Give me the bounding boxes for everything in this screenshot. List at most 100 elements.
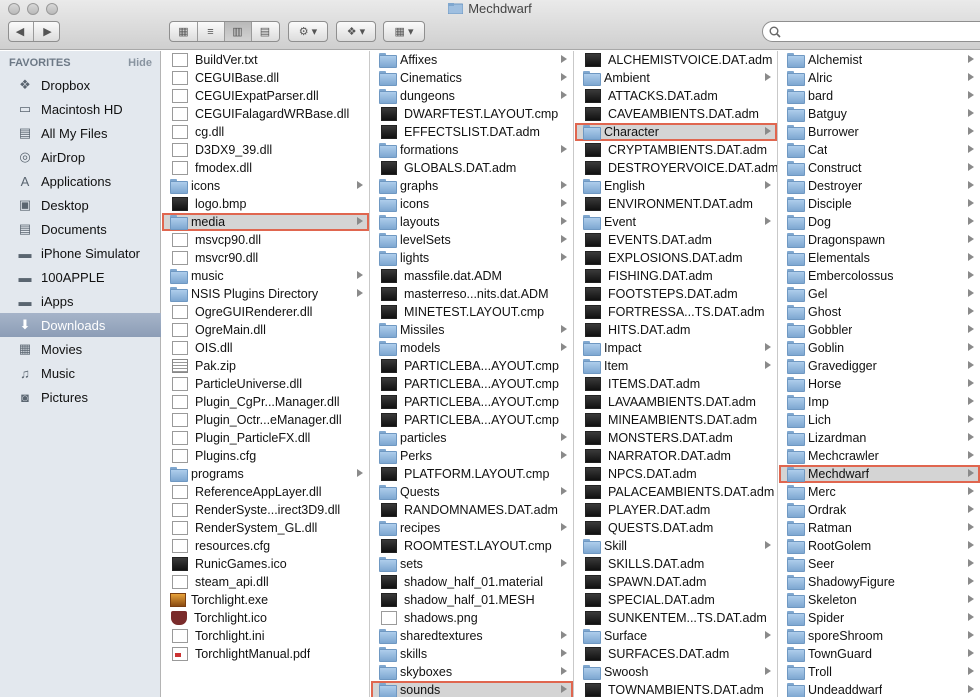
file-row[interactable]: HITS.DAT.adm (575, 321, 777, 339)
folder-row[interactable]: Alchemist (779, 51, 980, 69)
file-row[interactable]: msvcp90.dll (162, 231, 369, 249)
file-row[interactable]: NPCS.DAT.adm (575, 465, 777, 483)
folder-row[interactable]: Goblin (779, 339, 980, 357)
folder-row[interactable]: Swoosh (575, 663, 777, 681)
folder-row[interactable]: Batguy (779, 105, 980, 123)
column-3[interactable]: ALCHEMISTVOICE.DAT.adm Ambient ATTACKS.DAT… (575, 51, 778, 697)
sidebar-item-documents[interactable]: ▤ Documents (0, 217, 161, 241)
folder-row[interactable]: Mechcrawler (779, 447, 980, 465)
file-row[interactable]: DWARFTEST.LAYOUT.cmp (371, 105, 573, 123)
forward-button[interactable]: ▶ (34, 22, 61, 41)
sidebar-item-movies[interactable]: ▦ Movies (0, 337, 161, 361)
file-row[interactable]: Torchlight.exe (162, 591, 369, 609)
folder-row[interactable]: dungeons (371, 87, 573, 105)
action-menu-button[interactable]: ⚙ ▾ (288, 21, 328, 42)
folder-row[interactable]: bard (779, 87, 980, 105)
file-row[interactable]: CEGUIBase.dll (162, 69, 369, 87)
file-row[interactable]: Plugin_Octr...eManager.dll (162, 411, 369, 429)
file-row[interactable]: ENVIRONMENT.DAT.adm (575, 195, 777, 213)
file-row[interactable]: MONSTERS.DAT.adm (575, 429, 777, 447)
dropbox-menu-button[interactable]: ❖ ▾ (336, 21, 376, 42)
file-row[interactable]: steam_api.dll (162, 573, 369, 591)
file-row[interactable]: OIS.dll (162, 339, 369, 357)
file-row[interactable]: LAVAAMBIENTS.DAT.adm (575, 393, 777, 411)
folder-row[interactable]: Character (575, 123, 777, 141)
file-row[interactable]: cg.dll (162, 123, 369, 141)
folder-row[interactable]: NSIS Plugins Directory (162, 285, 369, 303)
folder-row[interactable]: sounds (371, 681, 573, 697)
file-row[interactable]: SUNKENTEM...TS.DAT.adm (575, 609, 777, 627)
file-row[interactable]: QUESTS.DAT.adm (575, 519, 777, 537)
file-row[interactable]: FORTRESSA...TS.DAT.adm (575, 303, 777, 321)
folder-row[interactable]: icons (162, 177, 369, 195)
file-row[interactable]: resources.cfg (162, 537, 369, 555)
folder-row[interactable]: Dog (779, 213, 980, 231)
folder-row[interactable]: Lizardman (779, 429, 980, 447)
file-row[interactable]: Pak.zip (162, 357, 369, 375)
file-row[interactable]: msvcr90.dll (162, 249, 369, 267)
folder-row[interactable]: Ordrak (779, 501, 980, 519)
file-row[interactable]: Torchlight.ico (162, 609, 369, 627)
column-1[interactable]: BuildVer.txt CEGUIBase.dll CEGUIExpatParse… (162, 51, 370, 697)
folder-row[interactable]: Destroyer (779, 177, 980, 195)
file-row[interactable]: MINETEST.LAYOUT.cmp (371, 303, 573, 321)
folder-row[interactable]: programs (162, 465, 369, 483)
sidebar-item-music[interactable]: ♫ Music (0, 361, 161, 385)
folder-row[interactable]: particles (371, 429, 573, 447)
file-row[interactable]: Plugin_ParticleFX.dll (162, 429, 369, 447)
file-row[interactable]: ATTACKS.DAT.adm (575, 87, 777, 105)
folder-row[interactable]: RootGolem (779, 537, 980, 555)
folder-row[interactable]: formations (371, 141, 573, 159)
file-row[interactable]: ALCHEMISTVOICE.DAT.adm (575, 51, 777, 69)
folder-row[interactable]: Skill (575, 537, 777, 555)
folder-row[interactable]: Seer (779, 555, 980, 573)
folder-row[interactable]: layouts (371, 213, 573, 231)
file-row[interactable]: EFFECTSLIST.DAT.adm (371, 123, 573, 141)
folder-row[interactable]: Construct (779, 159, 980, 177)
folder-row[interactable]: sets (371, 555, 573, 573)
file-row[interactable]: ROOMTEST.LAYOUT.cmp (371, 537, 573, 555)
file-row[interactable]: OgreMain.dll (162, 321, 369, 339)
file-row[interactable]: CAVEAMBIENTS.DAT.adm (575, 105, 777, 123)
folder-row[interactable]: Skeleton (779, 591, 980, 609)
sidebar-item-100apple[interactable]: ▬ 100APPLE (0, 265, 161, 289)
file-row[interactable]: CEGUIExpatParser.dll (162, 87, 369, 105)
folder-row[interactable]: ShadowyFigure (779, 573, 980, 591)
folder-row[interactable]: Disciple (779, 195, 980, 213)
file-row[interactable]: TOWNAMBIENTS.DAT.adm (575, 681, 777, 697)
file-row[interactable]: PLATFORM.LAYOUT.cmp (371, 465, 573, 483)
file-row[interactable]: Plugin_CgPr...Manager.dll (162, 393, 369, 411)
search-field[interactable] (762, 21, 980, 42)
folder-row[interactable]: Gobbler (779, 321, 980, 339)
file-row[interactable]: CEGUIFalagardWRBase.dll (162, 105, 369, 123)
folder-row[interactable]: Gel (779, 285, 980, 303)
folder-row[interactable]: sharedtextures (371, 627, 573, 645)
folder-row[interactable]: Dragonspawn (779, 231, 980, 249)
folder-row[interactable]: Item (575, 357, 777, 375)
folder-row[interactable]: Impact (575, 339, 777, 357)
file-row[interactable]: Torchlight.ini (162, 627, 369, 645)
folder-row[interactable]: Missiles (371, 321, 573, 339)
file-row[interactable]: SKILLS.DAT.adm (575, 555, 777, 573)
folder-row[interactable]: Ghost (779, 303, 980, 321)
folder-row[interactable]: Cat (779, 141, 980, 159)
list-view-button[interactable]: ≡ (198, 22, 225, 41)
file-row[interactable]: EVENTS.DAT.adm (575, 231, 777, 249)
file-row[interactable]: ITEMS.DAT.adm (575, 375, 777, 393)
file-row[interactable]: NARRATOR.DAT.adm (575, 447, 777, 465)
folder-row[interactable]: models (371, 339, 573, 357)
file-row[interactable]: FISHING.DAT.adm (575, 267, 777, 285)
column-view-button[interactable]: ▥ (224, 22, 252, 41)
file-row[interactable]: shadows.png (371, 609, 573, 627)
file-row[interactable]: D3DX9_39.dll (162, 141, 369, 159)
sidebar-item-pictures[interactable]: ◙ Pictures (0, 385, 161, 409)
file-row[interactable]: OgreGUIRenderer.dll (162, 303, 369, 321)
file-row[interactable]: EXPLOSIONS.DAT.adm (575, 249, 777, 267)
folder-row[interactable]: lights (371, 249, 573, 267)
folder-row[interactable]: Elementals (779, 249, 980, 267)
folder-row[interactable]: recipes (371, 519, 573, 537)
file-row[interactable]: BuildVer.txt (162, 51, 369, 69)
column-4[interactable]: Alchemist Alric bard Batguy Burrower Cat Const… (779, 51, 980, 697)
folder-row[interactable]: skyboxes (371, 663, 573, 681)
folder-row[interactable]: Imp (779, 393, 980, 411)
